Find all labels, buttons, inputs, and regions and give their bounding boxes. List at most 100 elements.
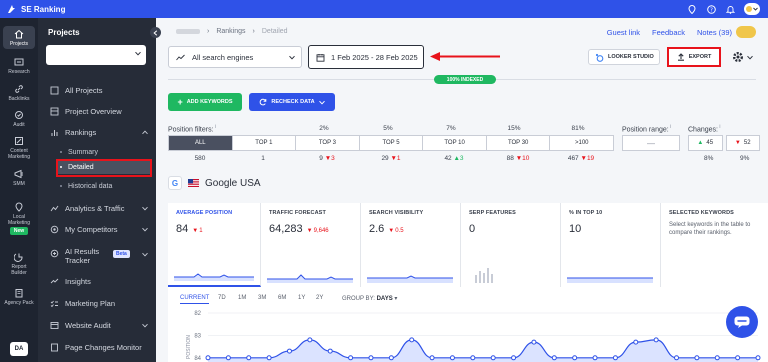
data-point[interactable] xyxy=(612,355,618,361)
feedback-link[interactable]: Feedback xyxy=(652,28,685,37)
rail-projects[interactable]: Projects xyxy=(0,26,38,49)
data-point[interactable] xyxy=(409,337,415,343)
data-point[interactable] xyxy=(653,337,659,343)
metric-title: TRAFFIC FORECAST xyxy=(269,210,326,216)
data-point[interactable] xyxy=(286,348,292,354)
sidebar-item-label: AI Results Tracker xyxy=(65,247,100,265)
data-point[interactable] xyxy=(266,355,272,361)
data-point[interactable] xyxy=(368,355,374,361)
usa-flag-icon xyxy=(188,179,199,187)
data-point[interactable] xyxy=(225,355,231,361)
project-avatar-button[interactable] xyxy=(736,26,756,38)
guest-link[interactable]: Guest link xyxy=(607,28,640,37)
filter-all[interactable]: ALL xyxy=(169,136,232,150)
sidebar-item-project-overview[interactable]: Project Overview xyxy=(46,105,152,118)
data-point[interactable] xyxy=(429,355,435,361)
rail-audit[interactable]: Audit xyxy=(0,110,38,128)
rail-content-marketing[interactable]: Content Marketing xyxy=(0,136,38,160)
sidebar-item-marketing-plan[interactable]: Marketing Plan xyxy=(46,297,152,310)
recheck-data-button[interactable]: RECHECK DATA xyxy=(249,93,335,111)
sidebar-subitem-summary[interactable]: Summary xyxy=(56,146,98,158)
changes-down-button[interactable]: ▼ 52 xyxy=(725,135,760,151)
rail-research[interactable]: Research xyxy=(0,57,38,75)
export-button[interactable]: EXPORT xyxy=(667,47,721,67)
sidebar-item-analytics-traffic[interactable]: Analytics & Traffic xyxy=(46,202,152,215)
notes-link[interactable]: Notes (39) xyxy=(697,28,732,37)
data-point[interactable] xyxy=(714,355,720,361)
help-icon[interactable]: ? xyxy=(706,4,716,14)
data-point[interactable] xyxy=(735,355,741,361)
filter-top1[interactable]: TOP 1 xyxy=(231,136,296,150)
down-arrow-icon: ▼ xyxy=(192,228,199,234)
data-point[interactable] xyxy=(572,355,578,361)
sidebar-item-rankings[interactable]: Rankings xyxy=(46,126,152,139)
sidebar-item-page-changes-monitor[interactable]: Page Changes Monitor xyxy=(46,341,152,354)
data-point[interactable] xyxy=(755,355,761,361)
filter-over100[interactable]: >100 xyxy=(549,136,613,150)
breadcrumb-rankings[interactable]: Rankings xyxy=(216,28,245,35)
data-point[interactable] xyxy=(246,355,252,361)
data-point[interactable] xyxy=(388,355,394,361)
rail-local-marketing[interactable]: Local Marketing New xyxy=(0,202,38,235)
data-point[interactable] xyxy=(592,355,598,361)
data-point[interactable] xyxy=(449,355,455,361)
filter-top3[interactable]: TOP 3 xyxy=(295,136,359,150)
down-arrow-icon: ▼ xyxy=(388,228,395,234)
looker-studio-button[interactable]: LOOKER STUDIO xyxy=(588,49,660,65)
sidebar-subitem-historical-data[interactable]: Historical data xyxy=(56,180,112,192)
project-selector[interactable] xyxy=(46,45,146,65)
brand[interactable]: SE Ranking xyxy=(0,4,65,14)
rail-report-builder[interactable]: Report Builder xyxy=(0,252,38,276)
position-range-input[interactable]: — xyxy=(622,135,680,151)
metric-delta: 1 xyxy=(199,228,203,234)
data-point[interactable] xyxy=(205,355,211,361)
data-point[interactable] xyxy=(551,355,557,361)
settings-menu[interactable] xyxy=(732,51,753,63)
rail-label: Projects xyxy=(9,41,29,47)
rail-agency-pack[interactable]: Agency Pack xyxy=(0,288,38,306)
up-arrow-icon: ▲ xyxy=(697,140,704,146)
metric-average-position[interactable]: AVERAGE POSITION 84 ▼ 1 xyxy=(168,203,261,287)
data-point[interactable] xyxy=(674,355,680,361)
filter-top30[interactable]: TOP 30 xyxy=(485,136,550,150)
data-point[interactable] xyxy=(511,355,517,361)
changes-up-button[interactable]: ▲ 45 xyxy=(688,135,723,151)
notifications-bell-icon[interactable] xyxy=(725,4,735,14)
data-point[interactable] xyxy=(470,355,476,361)
filter-top10[interactable]: TOP 10 xyxy=(422,136,486,150)
metric-search-visibility[interactable]: SEARCH VISIBILITY 2.6 ▼ 0.5 xyxy=(361,203,461,287)
date-range-picker[interactable]: 1 Feb 2025 - 28 Feb 2025 xyxy=(308,45,424,69)
count-change: 19 xyxy=(586,155,595,162)
rail-smm[interactable]: SMM xyxy=(0,169,38,187)
user-avatar-menu[interactable] xyxy=(744,3,760,15)
add-keywords-button[interactable]: + ADD KEYWORDS xyxy=(168,93,242,111)
search-engine-select[interactable]: All search engines xyxy=(168,46,302,68)
metric-traffic-forecast[interactable]: TRAFFIC FORECAST 64,283 ▼ 9,646 xyxy=(261,203,361,287)
sidebar-item-all-projects[interactable]: All Projects xyxy=(46,84,152,97)
breadcrumb-project[interactable] xyxy=(176,29,200,34)
sidebar-item-ai-results-tracker[interactable]: AI Results Tracker Beta xyxy=(46,247,152,267)
sidebar-item-website-audit[interactable]: Website Audit xyxy=(46,319,152,332)
sidebar-item-my-competitors[interactable]: My Competitors xyxy=(46,223,152,236)
chat-support-button[interactable] xyxy=(726,306,758,338)
user-initials[interactable]: DA xyxy=(10,342,28,356)
chat-bubble-icon xyxy=(734,316,750,328)
data-point[interactable] xyxy=(490,355,496,361)
location-pin-icon[interactable] xyxy=(687,4,697,14)
metric-serp-features[interactable]: SERP FEATURES 0 xyxy=(461,203,561,287)
metric-value: 0 xyxy=(469,223,476,235)
sidebar-collapse-button[interactable] xyxy=(150,27,161,38)
rail-backlinks[interactable]: Backlinks xyxy=(0,84,38,102)
data-point[interactable] xyxy=(307,337,313,343)
data-point[interactable] xyxy=(348,355,354,361)
data-point[interactable] xyxy=(531,339,537,345)
data-point[interactable] xyxy=(327,348,333,354)
data-point[interactable] xyxy=(694,355,700,361)
count-value: 9 xyxy=(319,155,323,162)
new-badge: New xyxy=(9,227,29,235)
data-point[interactable] xyxy=(633,339,639,345)
metric-percent-top10[interactable]: % IN TOP 10 10 xyxy=(561,203,661,287)
sidebar-item-insights[interactable]: Insights xyxy=(46,275,152,288)
filter-top5[interactable]: TOP 5 xyxy=(358,136,423,150)
filter-count-top5: 29 ▼1 xyxy=(362,155,420,162)
